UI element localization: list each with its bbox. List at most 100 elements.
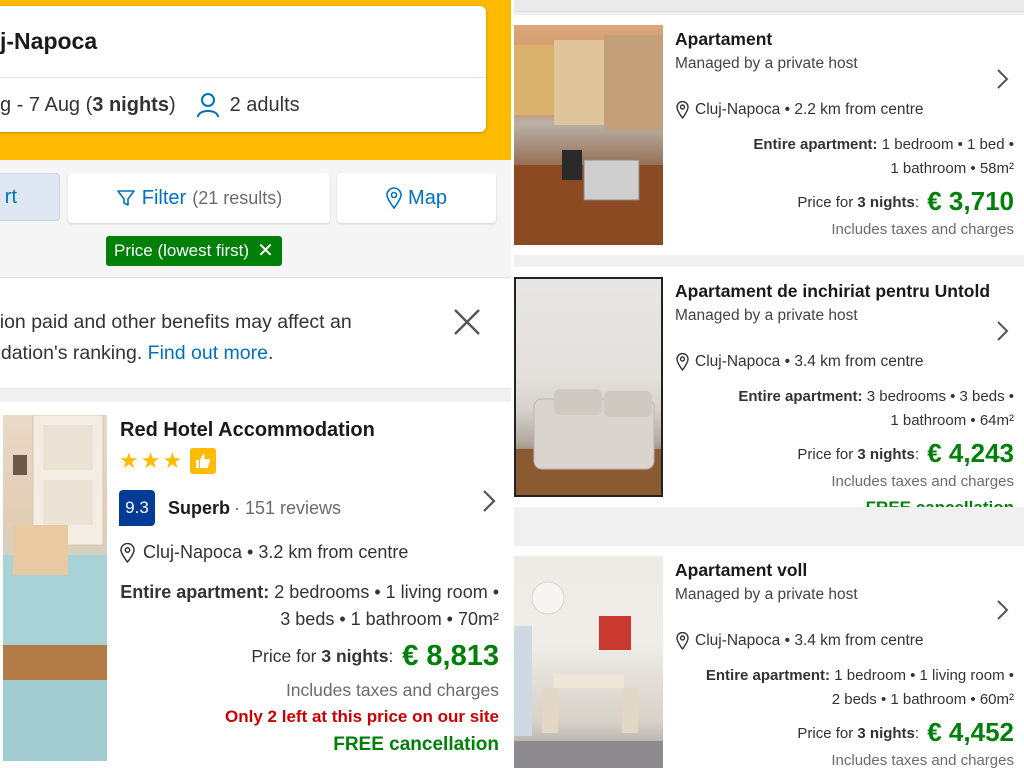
listing-photo[interactable] xyxy=(514,556,663,768)
chevron-right-icon[interactable] xyxy=(994,598,1010,622)
map-pin-icon xyxy=(386,187,402,209)
taxes-note: Includes taxes and charges xyxy=(831,221,1014,238)
star-icon: ★ xyxy=(140,448,161,473)
price-row: Price for 3 nights: € 3,710 xyxy=(797,186,1014,217)
unit-type: Entire apartment: xyxy=(753,136,878,153)
price-sep: : xyxy=(914,446,920,463)
listing-location: Cluj-Napoca • 3.4 km from centre xyxy=(676,353,924,371)
location-text: Cluj-Napoca • 3.2 km from centre xyxy=(143,542,409,562)
chip-label: Price (lowest first) xyxy=(114,241,250,260)
listing-card[interactable]: Apartament Managed by a private host Clu… xyxy=(514,15,1024,255)
notice-line-2: odation's ranking. xyxy=(0,342,143,364)
left-screen: j-Napoca g - 7 Aug (3 nights) 2 adults r… xyxy=(0,0,511,768)
notice-text: sion paid and other benefits may affect … xyxy=(0,307,410,369)
price-sep: : xyxy=(914,725,920,742)
price-prefix: Price for xyxy=(251,646,317,666)
person-icon xyxy=(196,93,219,118)
chevron-right-icon[interactable] xyxy=(994,319,1010,343)
guests[interactable]: 2 adults xyxy=(196,92,300,118)
listing-card[interactable]: Apartament de inchiriat pentru Untold Ma… xyxy=(514,267,1024,507)
thumbs-up-icon xyxy=(190,448,217,474)
listing-photo-illustration xyxy=(514,581,663,768)
close-icon[interactable] xyxy=(452,307,482,337)
listing-host: Managed by a private host xyxy=(675,307,858,324)
star-icon: ★ xyxy=(162,448,183,473)
listing-name[interactable]: Apartament xyxy=(675,29,772,50)
map-button[interactable]: Map xyxy=(337,173,496,223)
taxes-note: Includes taxes and charges xyxy=(831,752,1014,768)
listing-name[interactable]: Apartament de inchiriat pentru Untold xyxy=(675,281,990,302)
review-count: · 151 reviews xyxy=(234,497,342,518)
price-prefix: Price for xyxy=(797,446,854,463)
unit-details-line-1: Entire apartment: 3 bedrooms • 3 beds • xyxy=(738,388,1014,405)
unit-details-line-1: Entire apartment: 1 bedroom • 1 bed • xyxy=(753,136,1014,153)
chevron-right-icon[interactable] xyxy=(994,67,1010,91)
property-photo[interactable] xyxy=(3,415,107,761)
chevron-right-icon[interactable] xyxy=(480,488,498,514)
unit-details-1: 1 bedroom • 1 bed • xyxy=(881,136,1014,153)
listing-host: Managed by a private host xyxy=(675,55,858,72)
unit-details-line-1: Entire apartment: 2 bedrooms • 1 living … xyxy=(120,582,499,603)
property-location: Cluj-Napoca • 3.2 km from centre xyxy=(120,542,408,563)
price-value: € 8,813 xyxy=(402,640,499,672)
notice-line-1: sion paid and other benefits may affect … xyxy=(0,311,352,333)
location-text: Cluj-Napoca • 3.4 km from centre xyxy=(695,353,924,370)
price-row: Price for 3 nights: € 4,243 xyxy=(797,438,1014,469)
listing-card[interactable]: Apartament voll Managed by a private hos… xyxy=(514,546,1024,768)
section-gap xyxy=(0,389,511,401)
sort-button[interactable]: rt xyxy=(0,173,60,221)
unit-details-line-1: Entire apartment: 1 bedroom • 1 living r… xyxy=(706,667,1014,684)
taxes-note: Includes taxes and charges xyxy=(285,680,499,700)
results-count: (21 results) xyxy=(192,187,283,208)
price-row: Price for 3 nights: € 4,452 xyxy=(797,717,1014,748)
property-name[interactable]: Red Hotel Accommodation xyxy=(120,419,375,442)
unit-details-line-2: 3 beds • 1 bathroom • 70m² xyxy=(280,609,499,629)
price-nights: 3 nights xyxy=(857,194,915,211)
price-nights: 3 nights xyxy=(321,646,389,666)
unit-details-1: 1 bedroom • 1 living room • xyxy=(834,667,1014,684)
price-value: € 4,452 xyxy=(927,717,1014,747)
listing-name[interactable]: Apartament voll xyxy=(675,560,807,581)
unit-type: Entire apartment: xyxy=(705,667,831,684)
unit-details-1: 3 bedrooms • 3 beds • xyxy=(866,388,1014,405)
unit-details-line-2: 1 bathroom • 58m² xyxy=(890,160,1014,177)
find-out-more-link[interactable]: Find out more xyxy=(148,342,268,364)
location-text: Cluj-Napoca • 2.2 km from centre xyxy=(695,101,924,118)
notice-period: . xyxy=(267,342,274,364)
price-value: € 4,243 xyxy=(927,438,1014,468)
free-cancellation: FREE cancellation xyxy=(333,734,499,755)
unit-details-1: 2 bedrooms • 1 living room • xyxy=(274,582,499,602)
score-badge: 9.3 xyxy=(119,490,155,526)
unit-type: Entire apartment: xyxy=(120,582,270,602)
unit-details-line-2: 1 bathroom • 64m² xyxy=(890,412,1014,429)
filter-label: Filter xyxy=(141,186,187,209)
price-row: Price for 3 nights: € 8,813 xyxy=(251,640,499,673)
ranking-notice: sion paid and other benefits may affect … xyxy=(0,279,511,389)
destination-row[interactable]: j-Napoca xyxy=(0,6,486,78)
price-nights: 3 nights xyxy=(857,725,915,742)
property-photo-illustration xyxy=(3,415,107,761)
location-text: Cluj-Napoca • 3.4 km from centre xyxy=(695,632,924,649)
sort-label: rt xyxy=(4,185,17,208)
listing-host: Managed by a private host xyxy=(675,586,858,603)
listing-photo[interactable] xyxy=(514,25,663,245)
dates-guests-row[interactable]: g - 7 Aug (3 nights) 2 adults xyxy=(0,78,486,132)
dates-suffix: ) xyxy=(168,93,176,116)
unit-type: Entire apartment: xyxy=(738,388,863,405)
price-nights: 3 nights xyxy=(857,446,915,463)
filter-icon xyxy=(116,190,135,206)
map-label: Map xyxy=(408,186,447,209)
listing-location: Cluj-Napoca • 2.2 km from centre xyxy=(676,101,924,119)
search-summary-card[interactable]: j-Napoca g - 7 Aug (3 nights) 2 adults xyxy=(0,6,486,132)
chip-remove-icon[interactable]: ✕ xyxy=(257,241,274,261)
nights-count: 3 nights xyxy=(92,93,169,116)
location-pin-icon xyxy=(676,353,689,371)
price-prefix: Price for xyxy=(797,194,854,211)
filter-button[interactable]: Filter (21 results) xyxy=(68,173,330,223)
property-card[interactable]: Red Hotel Accommodation ★ ★ ★ 9.3 Superb… xyxy=(0,402,511,768)
taxes-note: Includes taxes and charges xyxy=(831,473,1014,490)
listing-photo[interactable] xyxy=(514,277,663,497)
listing-photo-illustration xyxy=(514,35,663,245)
dates-prefix: g - 7 Aug ( xyxy=(0,93,93,116)
active-filter-chip[interactable]: Price (lowest first) ✕ xyxy=(106,236,282,266)
